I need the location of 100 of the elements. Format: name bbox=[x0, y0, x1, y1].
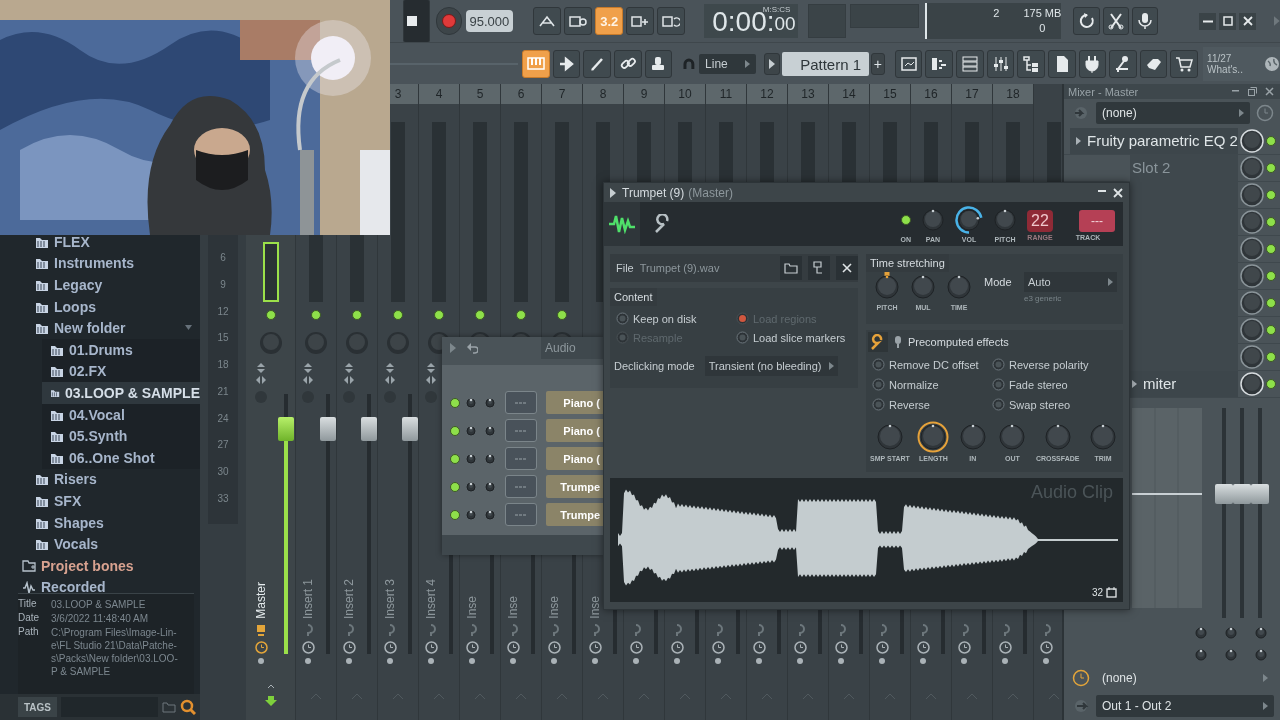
channel-button[interactable]: Trumpe bbox=[546, 475, 603, 498]
clock-icon[interactable] bbox=[670, 641, 684, 654]
dot-icon[interactable] bbox=[592, 658, 598, 664]
clear-button[interactable] bbox=[836, 256, 858, 280]
fader-handle[interactable] bbox=[361, 417, 377, 441]
radio-button[interactable] bbox=[616, 312, 629, 325]
toolbar-button[interactable] bbox=[1078, 50, 1107, 78]
dot-icon[interactable] bbox=[674, 658, 680, 664]
toolbar-button[interactable] bbox=[657, 7, 686, 35]
clock-icon[interactable] bbox=[916, 641, 930, 654]
close-button[interactable] bbox=[1239, 12, 1257, 30]
led[interactable] bbox=[557, 310, 567, 320]
mix-knob[interactable] bbox=[1240, 344, 1264, 369]
toolbar-button[interactable] bbox=[894, 50, 923, 78]
toolbar-button[interactable] bbox=[1102, 7, 1130, 35]
track-button[interactable]: --- bbox=[1079, 210, 1115, 232]
clock-icon[interactable] bbox=[711, 641, 725, 654]
browser-item[interactable]: Instruments bbox=[0, 252, 200, 275]
clock-icon[interactable] bbox=[465, 641, 479, 654]
browser-item[interactable]: 05.Synth bbox=[42, 425, 200, 447]
dot-icon[interactable] bbox=[756, 658, 762, 664]
effect-option[interactable]: Fade stereo bbox=[992, 378, 1117, 391]
clock-icon[interactable] bbox=[383, 641, 397, 654]
dot-icon[interactable] bbox=[879, 658, 885, 664]
mix-knob[interactable] bbox=[1240, 155, 1264, 180]
led[interactable] bbox=[516, 310, 526, 320]
led[interactable] bbox=[1266, 270, 1276, 281]
channel-button[interactable]: Trumpe bbox=[546, 503, 603, 526]
led[interactable] bbox=[434, 310, 444, 320]
clock-icon[interactable] bbox=[1256, 104, 1274, 123]
option[interactable]: Load slice markers bbox=[736, 331, 852, 344]
dot-icon[interactable] bbox=[633, 658, 639, 664]
toolbar-button[interactable] bbox=[533, 7, 562, 35]
arrow-down-icon[interactable] bbox=[263, 684, 278, 708]
dot-icon[interactable] bbox=[920, 658, 926, 664]
clock-icon[interactable] bbox=[424, 641, 438, 654]
led[interactable] bbox=[1266, 216, 1276, 227]
effect-slot[interactable]: Fruity parametric EQ 2 bbox=[1070, 127, 1238, 154]
maximize-button[interactable] bbox=[1219, 12, 1237, 30]
toolbar-button[interactable] bbox=[1139, 50, 1168, 78]
mix-knob[interactable] bbox=[1240, 182, 1264, 207]
radio-button[interactable] bbox=[872, 398, 885, 411]
radio-button[interactable] bbox=[872, 378, 885, 391]
mixer-track-button[interactable] bbox=[505, 447, 537, 470]
input-dropdown[interactable]: (none) bbox=[1096, 102, 1250, 125]
led[interactable] bbox=[475, 310, 485, 320]
dot-icon[interactable] bbox=[1043, 658, 1049, 664]
toolbar-button[interactable] bbox=[583, 50, 611, 78]
restore-icon[interactable] bbox=[1248, 87, 1257, 97]
clock-icon[interactable] bbox=[254, 641, 268, 654]
toolbar-button[interactable] bbox=[614, 50, 642, 78]
dot-icon[interactable] bbox=[961, 658, 967, 664]
effect-option[interactable]: Swap stereo bbox=[992, 398, 1117, 411]
led[interactable] bbox=[311, 310, 321, 320]
toolbar-button[interactable] bbox=[956, 50, 984, 78]
slice-icon[interactable] bbox=[1106, 587, 1117, 598]
led[interactable] bbox=[1266, 189, 1276, 200]
toolbar-button[interactable] bbox=[644, 50, 673, 78]
led[interactable] bbox=[1266, 162, 1276, 173]
browser-item[interactable]: Project bones bbox=[0, 554, 200, 577]
pattern-menu-button[interactable] bbox=[764, 53, 781, 75]
output-dropdown[interactable]: Out 1 - Out 2 bbox=[1096, 694, 1274, 717]
fader-handle[interactable] bbox=[320, 417, 336, 441]
dot-icon[interactable] bbox=[469, 658, 475, 664]
led[interactable] bbox=[1266, 351, 1276, 362]
clock-icon[interactable] bbox=[998, 641, 1012, 654]
output-dropdown[interactable]: (none) bbox=[1096, 666, 1274, 689]
browser-item[interactable]: 04.Vocal bbox=[42, 403, 200, 426]
clock-icon[interactable] bbox=[1072, 668, 1090, 687]
dot-icon[interactable] bbox=[305, 658, 311, 664]
radio-button[interactable] bbox=[872, 358, 885, 371]
close-icon[interactable] bbox=[1265, 87, 1274, 97]
effect-option[interactable]: Reverse bbox=[872, 398, 992, 411]
radio-button[interactable] bbox=[992, 398, 1005, 411]
toolbar-button[interactable] bbox=[1170, 50, 1199, 78]
browser-item[interactable]: Shapes bbox=[0, 511, 200, 534]
clock-icon[interactable] bbox=[875, 641, 889, 654]
led[interactable] bbox=[1266, 135, 1276, 146]
sample-tab[interactable] bbox=[604, 202, 640, 246]
clock-icon[interactable] bbox=[547, 641, 561, 654]
eq-fader[interactable] bbox=[1215, 483, 1233, 504]
browser-item[interactable]: FLEX bbox=[0, 231, 200, 253]
clock-icon[interactable] bbox=[506, 641, 520, 654]
led[interactable] bbox=[450, 453, 460, 464]
effect-option[interactable]: Remove DC offset bbox=[872, 358, 992, 371]
tempo-field[interactable]: 95.000 bbox=[466, 10, 514, 32]
browser-item[interactable]: SFX bbox=[0, 490, 200, 512]
mix-knob[interactable] bbox=[1240, 263, 1264, 288]
channel-button[interactable]: Piano ( bbox=[546, 447, 603, 470]
led[interactable] bbox=[393, 310, 403, 320]
dot-icon[interactable] bbox=[258, 658, 264, 664]
toolbar-button[interactable] bbox=[1109, 50, 1137, 78]
browser-item[interactable]: 03.LOOP & SAMPLE bbox=[42, 382, 200, 404]
clock-icon[interactable] bbox=[588, 641, 602, 654]
clock-icon[interactable] bbox=[629, 641, 643, 654]
mode-dropdown[interactable]: Auto bbox=[1024, 272, 1117, 292]
record-button[interactable] bbox=[435, 7, 463, 35]
mixer-track-button[interactable] bbox=[505, 391, 537, 414]
effect-option[interactable]: Reverse polarity bbox=[992, 358, 1117, 371]
effects-settings-button[interactable] bbox=[868, 332, 888, 352]
